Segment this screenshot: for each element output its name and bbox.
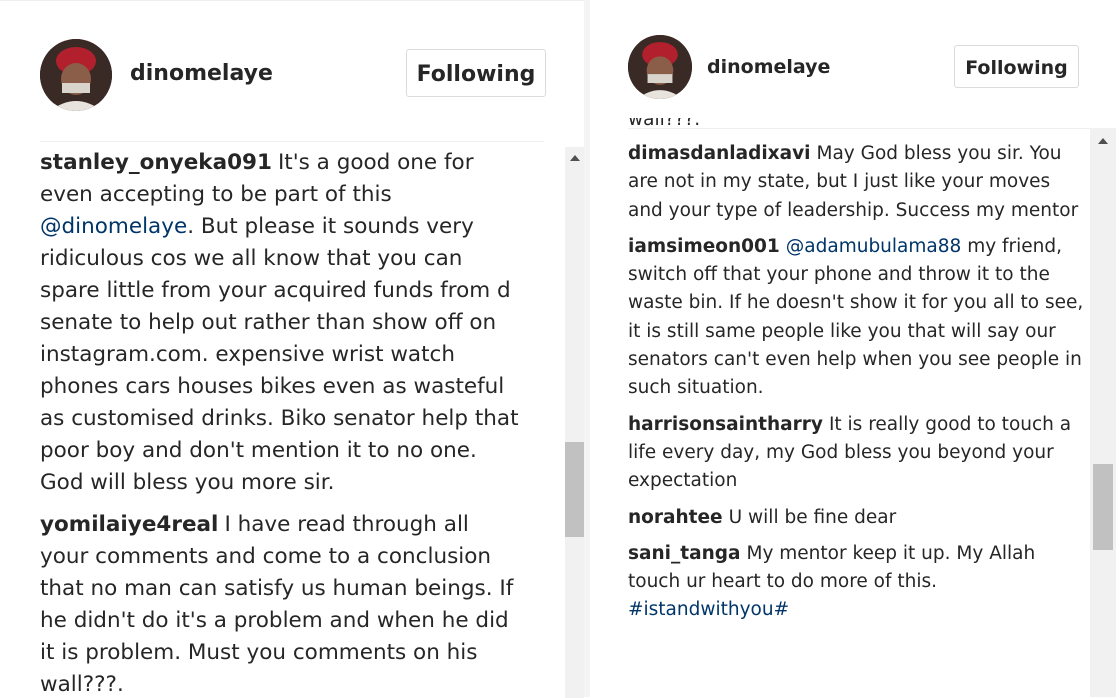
comment-text: . But please it sounds very ridiculous c… <box>40 214 519 495</box>
comment-item: dimasdanladixavi May God bless you sir. Y… <box>628 140 1088 225</box>
scroll-thumb[interactable] <box>565 442 584 537</box>
comment-author[interactable]: sani_tanga <box>628 543 740 564</box>
comment-author[interactable]: dimasdanladixavi <box>628 143 810 164</box>
comment-item: sani_tanga My mentor keep it up. My Allah… <box>628 540 1088 625</box>
scroll-up-arrow-icon[interactable] <box>570 155 580 161</box>
scroll-thumb[interactable] <box>1093 464 1113 550</box>
comments-list: wall???. dimasdanladixavi May God bless y… <box>628 118 1088 633</box>
comment-item: stanley_onyeka091 It's a good one for eve… <box>40 147 524 499</box>
username[interactable]: dinomelaye <box>707 56 830 78</box>
comment-text: I have read through all your comments an… <box>40 512 514 697</box>
comment-item: harrisonsaintharry It is really good to t… <box>628 411 1088 496</box>
comment-author[interactable]: stanley_onyeka091 <box>40 150 272 175</box>
header-divider <box>40 141 544 142</box>
comments-scrollbar[interactable] <box>565 147 584 698</box>
comment-item: norahtee U will be fine dear <box>628 504 1088 532</box>
avatar[interactable] <box>40 39 112 111</box>
comment-author[interactable]: harrisonsaintharry <box>628 414 823 435</box>
comment-mention[interactable]: @adamubulama88 <box>786 236 962 257</box>
following-button[interactable]: Following <box>954 45 1079 88</box>
header-divider <box>628 128 1096 129</box>
username[interactable]: dinomelaye <box>130 61 273 86</box>
left-post-panel: dinomelaye Following stanley_onyeka091 It… <box>0 0 584 698</box>
following-button[interactable]: Following <box>406 49 546 97</box>
comment-author[interactable]: norahtee <box>628 507 723 528</box>
profile-photo-icon <box>628 35 692 99</box>
comment-mention[interactable]: @dinomelaye <box>40 214 187 239</box>
profile-photo-icon <box>40 39 112 111</box>
comment-hashtag[interactable]: #istandwithyou# <box>628 599 789 620</box>
comments-scrollbar[interactable] <box>1090 128 1116 697</box>
avatar[interactable] <box>628 35 692 99</box>
comment-text: my friend, switch off that your phone an… <box>628 235 1084 399</box>
comment-item: iamsimeon001 @adamubulama88 my friend, sw… <box>628 233 1088 403</box>
comment-item: yomilaiye4real I have read through all yo… <box>40 509 524 698</box>
scroll-up-arrow-icon[interactable] <box>1098 138 1108 144</box>
right-post-panel: dinomelaye Following wall???. dimasdanla… <box>590 0 1120 697</box>
comment-text: U will be fine dear <box>728 506 897 528</box>
comment-author[interactable]: iamsimeon001 <box>628 236 780 257</box>
comments-list: stanley_onyeka091 It's a good one for eve… <box>40 147 524 698</box>
comment-author[interactable]: yomilaiye4real <box>40 512 218 537</box>
